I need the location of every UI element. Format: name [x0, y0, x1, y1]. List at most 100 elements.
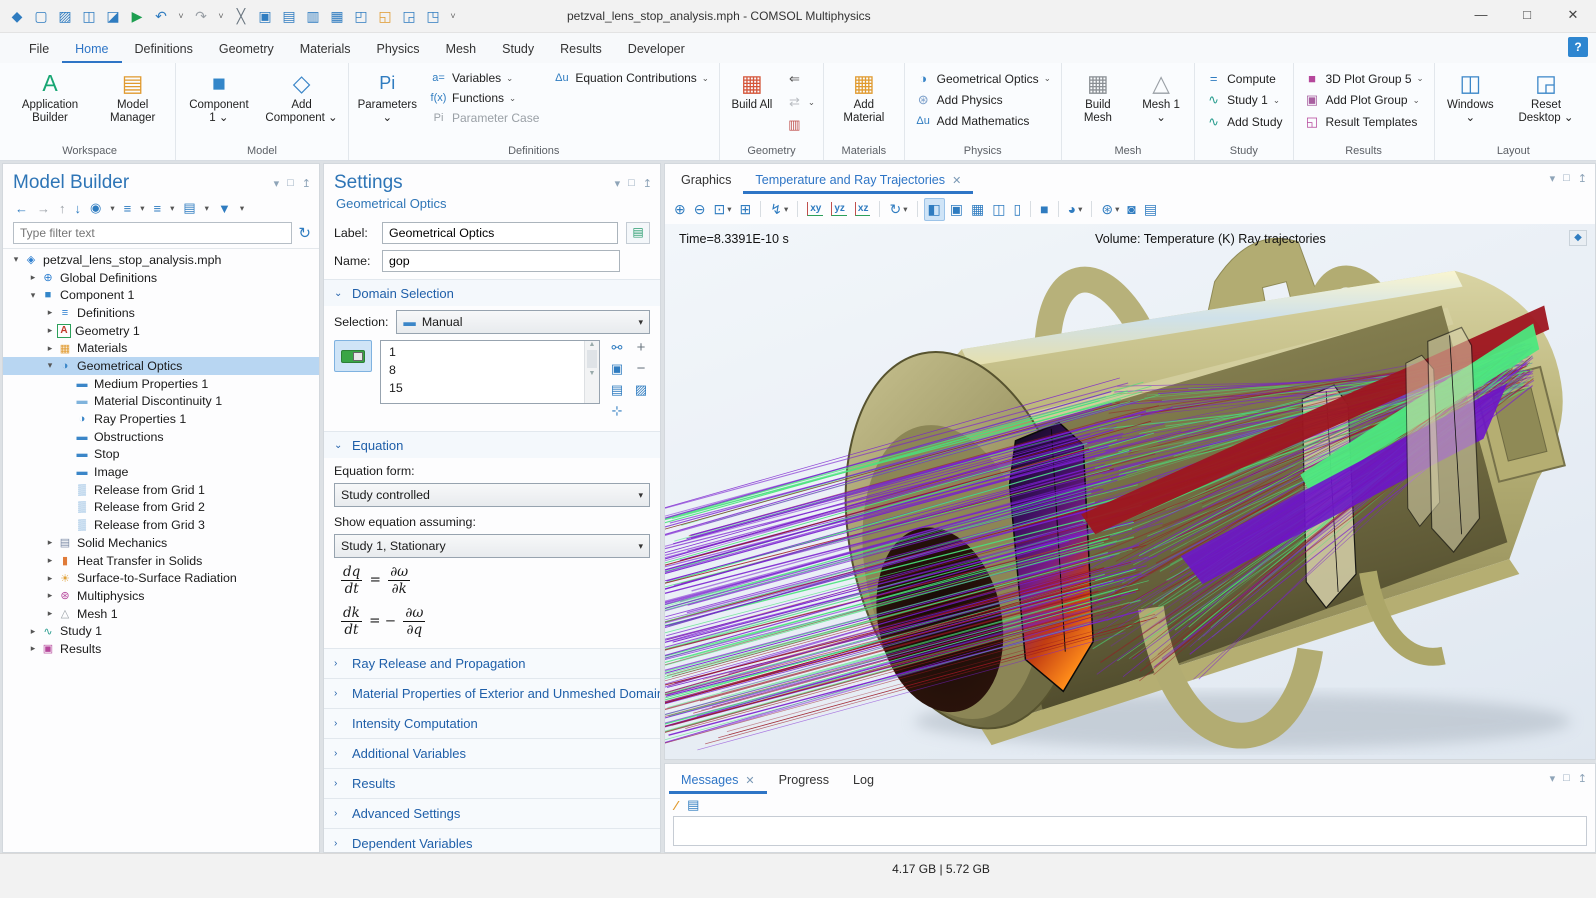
graphics-canvas[interactable]: Time=8.3391E-10 s Volume: Temperature (K… — [665, 224, 1595, 759]
panel-float-icon[interactable]: □ — [1563, 772, 1570, 785]
panel-pin-icon[interactable]: ↥ — [643, 177, 652, 190]
cut-icon[interactable]: ╳ — [232, 8, 250, 25]
zoom-box-button[interactable]: ⊡▾ — [710, 199, 734, 220]
graphics-tab-graphics[interactable]: Graphics — [669, 167, 743, 194]
component-1-button[interactable]: ■Component 1 ⌄ — [180, 65, 257, 127]
add-component-button[interactable]: ◇Add Component ⌄ — [260, 65, 344, 127]
new-file-icon[interactable]: ▢ — [32, 8, 50, 25]
selection-list-entry[interactable]: 1 — [381, 343, 584, 361]
equation-contributions-button[interactable]: ΔuEquation Contributions⌄ — [547, 68, 715, 88]
functions-button[interactable]: f(x)Functions⌄ — [424, 88, 545, 108]
close-button[interactable]: ✕ — [1550, 0, 1596, 32]
undo-caret-icon[interactable]: ˅ — [176, 11, 186, 21]
tree-item-petzval-lens-stop-analysis-mph[interactable]: ▾◈petzval_lens_stop_analysis.mph — [3, 251, 319, 269]
tree-item-release-from-grid-3[interactable]: ▒Release from Grid 3 — [3, 516, 319, 534]
result-templates-button[interactable]: ◱Result Templates — [1298, 111, 1430, 133]
section-equation[interactable]: ⌄ Equation — [324, 431, 660, 458]
geom-delete-seq-button[interactable]: ▥ — [782, 115, 819, 135]
close-tab-icon[interactable]: ✕ — [745, 774, 754, 787]
zoom-out-button[interactable]: ⊖ — [691, 199, 709, 220]
lock-view-button[interactable]: ■ — [1037, 199, 1051, 219]
open-file-icon[interactable]: ▨ — [56, 8, 74, 25]
minimize-button[interactable]: — — [1458, 0, 1504, 32]
menu-tab-definitions[interactable]: Definitions — [122, 37, 206, 63]
collapse-all-icon[interactable]: ≡ — [154, 201, 162, 216]
panel-pin-icon[interactable]: ↥ — [302, 177, 311, 190]
compute-button[interactable]: =Compute — [1199, 68, 1288, 89]
environment-button[interactable]: ◕▾ — [1065, 199, 1086, 219]
add-mathematics-button[interactable]: ΔuAdd Mathematics — [909, 111, 1057, 131]
remove-from-selection-icon[interactable]: − — [632, 361, 650, 377]
label-field[interactable] — [382, 222, 618, 244]
close-tab-icon[interactable]: ✕ — [952, 174, 961, 187]
zoom-selection-icon[interactable]: ⊹ — [608, 403, 626, 419]
equation-form-dropdown[interactable]: Study controlled ▾ — [334, 483, 650, 507]
section-domain-selection[interactable]: ⌄ Domain Selection — [324, 279, 660, 306]
graphics-tab-temperature-and-ray-trajectories[interactable]: Temperature and Ray Trajectories✕ — [743, 167, 973, 194]
tree-item-multiphysics[interactable]: ▸⊛Multiphysics — [3, 587, 319, 605]
clear-messages-icon[interactable]: ∕ — [675, 798, 677, 813]
zoom-selected-icon[interactable]: ◲ — [400, 8, 418, 25]
tree-item-materials[interactable]: ▸▦Materials — [3, 339, 319, 357]
scene-button[interactable]: ▣ — [947, 199, 966, 220]
refresh-icon[interactable]: ↻ — [298, 224, 311, 242]
paste-icon[interactable]: ▤ — [280, 8, 298, 25]
name-field[interactable] — [382, 250, 620, 272]
reset-desktop-button[interactable]: ◲Reset Desktop ⌄ — [1504, 65, 1588, 127]
tree-item-component-1[interactable]: ▾■Component 1 — [3, 286, 319, 304]
model-manager-button[interactable]: ▤Model Manager — [94, 65, 171, 127]
chevron-down-icon[interactable]: ▾ — [110, 203, 114, 214]
menu-tab-developer[interactable]: Developer — [615, 37, 698, 63]
panel-float-icon[interactable]: □ — [1563, 172, 1570, 185]
tree-item-results[interactable]: ▸▣Results — [3, 640, 319, 658]
copy-icon[interactable]: ▣ — [256, 8, 274, 25]
parameters-button[interactable]: PiParameters ⌄ — [353, 65, 422, 127]
section-ray-release-and-propagation[interactable]: ›Ray Release and Propagation — [324, 648, 660, 678]
study-1-button[interactable]: ∿Study 1⌄ — [1199, 89, 1288, 111]
tree-item-stop[interactable]: ▬Stop — [3, 446, 319, 464]
messages-tab-log[interactable]: Log — [841, 767, 886, 794]
nav-back-icon[interactable]: ← — [15, 201, 28, 216]
build-mesh-button[interactable]: ▦Build Mesh — [1066, 65, 1130, 127]
show-axes-button[interactable]: ◫ — [989, 199, 1008, 220]
panel-menu-icon[interactable]: ▾ — [1550, 172, 1556, 185]
3d-plot-group-5-button[interactable]: ■3D Plot Group 5⌄ — [1298, 68, 1430, 89]
view-orientation-button[interactable]: ↯▾ — [767, 199, 791, 220]
active-toggle-button[interactable] — [334, 340, 372, 372]
deselect-box-icon[interactable]: ◱ — [376, 8, 394, 25]
panel-menu-icon[interactable]: ▾ — [274, 177, 280, 190]
nav-forward-icon[interactable]: → — [37, 201, 50, 216]
select-box-icon[interactable]: ◰ — [352, 8, 370, 25]
selection-list[interactable]: 1815 ▲▼ — [380, 340, 600, 404]
expand-all-icon[interactable]: ≡ — [124, 201, 132, 216]
tree-expander-icon[interactable]: ▾ — [26, 290, 40, 301]
maximize-button[interactable]: □ — [1504, 0, 1550, 32]
filter-input[interactable] — [13, 222, 292, 244]
add-physics-button[interactable]: ⊛Add Physics — [909, 89, 1057, 111]
transparency-button[interactable]: ◧ — [924, 198, 945, 221]
section-dependent-variables[interactable]: ›Dependent Variables — [324, 828, 660, 852]
move-down-icon[interactable]: ↓ — [75, 201, 82, 216]
update-scene-button[interactable]: ⊛▾ — [1098, 199, 1122, 220]
tree-expander-icon[interactable]: ▸ — [43, 555, 57, 566]
tree-item-global-definitions[interactable]: ▸⊕Global Definitions — [3, 269, 319, 287]
section-intensity-computation[interactable]: ›Intensity Computation — [324, 708, 660, 738]
create-selection-icon[interactable]: ⚯ — [608, 340, 626, 356]
section-results[interactable]: ›Results — [324, 768, 660, 798]
redo-icon[interactable]: ↷ — [192, 8, 210, 25]
print-button[interactable]: ▤ — [1141, 199, 1160, 220]
tree-expander-icon[interactable]: ▸ — [43, 343, 57, 354]
tree-expander-icon[interactable]: ▸ — [43, 325, 57, 336]
filter-funnel-icon[interactable]: ▼ — [218, 201, 231, 216]
menu-tab-file[interactable]: File — [16, 37, 62, 63]
tree-expander-icon[interactable]: ▾ — [43, 360, 57, 371]
chevron-down-icon[interactable]: ▾ — [140, 203, 144, 214]
menu-tab-geometry[interactable]: Geometry — [206, 37, 287, 63]
menu-tab-physics[interactable]: Physics — [363, 37, 432, 63]
tree-item-ray-properties-1[interactable]: ◑Ray Properties 1 — [3, 410, 319, 428]
tree-item-surface-to-surface-radiation[interactable]: ▸☀Surface-to-Surface Radiation — [3, 569, 319, 587]
menu-tab-results[interactable]: Results — [547, 37, 615, 63]
tree-item-image[interactable]: ▬Image — [3, 463, 319, 481]
add-to-selection-icon[interactable]: + — [632, 340, 650, 356]
save-as-icon[interactable]: ◪ — [104, 8, 122, 25]
